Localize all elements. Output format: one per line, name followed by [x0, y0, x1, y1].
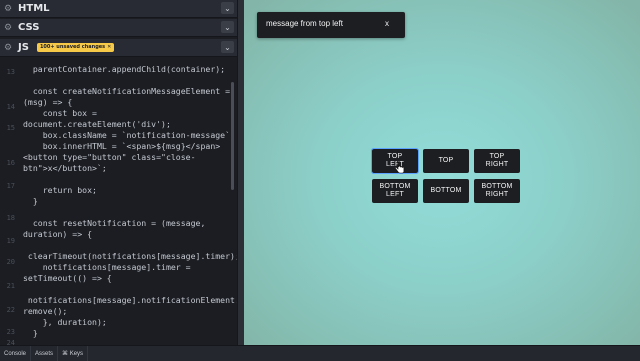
line-number: 20 — [6, 258, 15, 266]
code-line: parentContainer.appendChild(container); — [23, 64, 226, 74]
line-number: 13 — [6, 68, 15, 76]
js-panel-header[interactable]: ⚙ JS 100+ unsaved changes ✕ ⌄ — [0, 39, 237, 57]
chevron-down-icon[interactable]: ⌄ — [221, 2, 234, 14]
code-line: duration) => { — [23, 229, 93, 239]
line-number: 21 — [6, 282, 15, 290]
bottom-label: BOTTOM — [430, 187, 462, 194]
code-line: notifications[message].notificationEleme… — [23, 295, 237, 305]
chevron-down-icon[interactable]: ⌄ — [221, 41, 234, 53]
unsaved-changes-badge[interactable]: 100+ unsaved changes ✕ — [36, 43, 115, 52]
code-line: setTimeout(() => { — [23, 273, 112, 283]
top-label: TOP — [438, 157, 454, 164]
bottom-right-label: BOTTOM RIGHT — [481, 183, 513, 198]
unsaved-badge-label: 100+ unsaved changes — [39, 44, 106, 50]
code-scrollbar[interactable] — [231, 82, 234, 190]
line-number: 19 — [6, 237, 15, 245]
line-number: 23 — [6, 328, 15, 336]
code-editor: ⚙ HTML ⌄ ⚙ CSS ⌄ ⚙ JS 100+ unsaved chang… — [0, 0, 237, 345]
code-line: } — [23, 328, 38, 338]
bottom-left-button[interactable]: BOTTOM LEFT — [372, 179, 418, 203]
line-number: 17 — [6, 182, 15, 190]
console-tab[interactable]: Console — [0, 346, 32, 361]
pointer-cursor-icon — [395, 161, 405, 174]
gear-icon[interactable]: ⚙ — [0, 19, 16, 36]
assets-tab[interactable]: Assets — [31, 346, 59, 361]
html-panel-title: HTML — [18, 3, 50, 14]
line-number-gutter: 13 14 15 16 17 18 19 20 21 22 23 24 — [0, 58, 17, 345]
line-number: 15 — [6, 124, 15, 132]
code-line: box.className = `notification-message`; — [23, 130, 235, 140]
code-line: const createNotificationMessageElement = — [23, 86, 231, 96]
notification-close-button[interactable]: x — [385, 19, 389, 28]
keys-tab[interactable]: ⌘ Keys — [58, 346, 89, 361]
js-code-area[interactable]: parentContainer.appendChild(container); … — [23, 58, 237, 345]
code-line: } — [23, 196, 38, 206]
code-line: document.createElement('div'); — [23, 119, 171, 129]
gear-icon[interactable]: ⚙ — [0, 39, 16, 56]
css-panel-header[interactable]: ⚙ CSS ⌄ — [0, 19, 237, 37]
code-line: const resetNotification = (message, — [23, 218, 206, 228]
css-panel-title: CSS — [18, 22, 40, 33]
close-icon[interactable]: ✕ — [107, 44, 111, 50]
code-line: clearTimeout(notifications[message].time… — [23, 251, 237, 261]
bottom-toolbar: Console Assets ⌘ Keys — [0, 345, 640, 361]
js-panel-title: JS — [18, 42, 29, 53]
chevron-down-icon[interactable]: ⌄ — [221, 21, 234, 33]
code-line: box.innerHTML = `<span>${msg}</span> — [23, 141, 221, 151]
notification-toast: message from top left x — [257, 12, 405, 38]
top-right-button[interactable]: TOP RIGHT — [474, 149, 520, 173]
gear-icon[interactable]: ⚙ — [0, 0, 16, 17]
html-panel-header[interactable]: ⚙ HTML ⌄ — [0, 0, 237, 18]
bottom-right-button[interactable]: BOTTOM RIGHT — [474, 179, 520, 203]
top-right-label: TOP RIGHT — [485, 153, 509, 168]
code-line: (msg) => { — [23, 97, 73, 107]
result-preview: message from top left x TOP LEFT TOP TOP… — [244, 0, 640, 345]
code-line: }, duration); — [23, 317, 107, 327]
line-number: 22 — [6, 306, 15, 314]
bottom-button[interactable]: BOTTOM — [423, 179, 469, 203]
code-line: const box = — [23, 108, 97, 118]
code-line: <button type="button" class="close- — [23, 152, 196, 162]
code-line: btn">x</button>`; — [23, 163, 107, 173]
line-number: 14 — [6, 103, 15, 111]
notification-message: message from top left — [266, 19, 343, 28]
code-line: notifications[message].timer = — [23, 262, 191, 272]
bottom-left-label: BOTTOM LEFT — [379, 183, 411, 198]
line-number: 16 — [6, 159, 15, 167]
code-line: remove(); — [23, 306, 68, 316]
top-button[interactable]: TOP — [423, 149, 469, 173]
code-line: return box; — [23, 185, 97, 195]
line-number: 18 — [6, 214, 15, 222]
